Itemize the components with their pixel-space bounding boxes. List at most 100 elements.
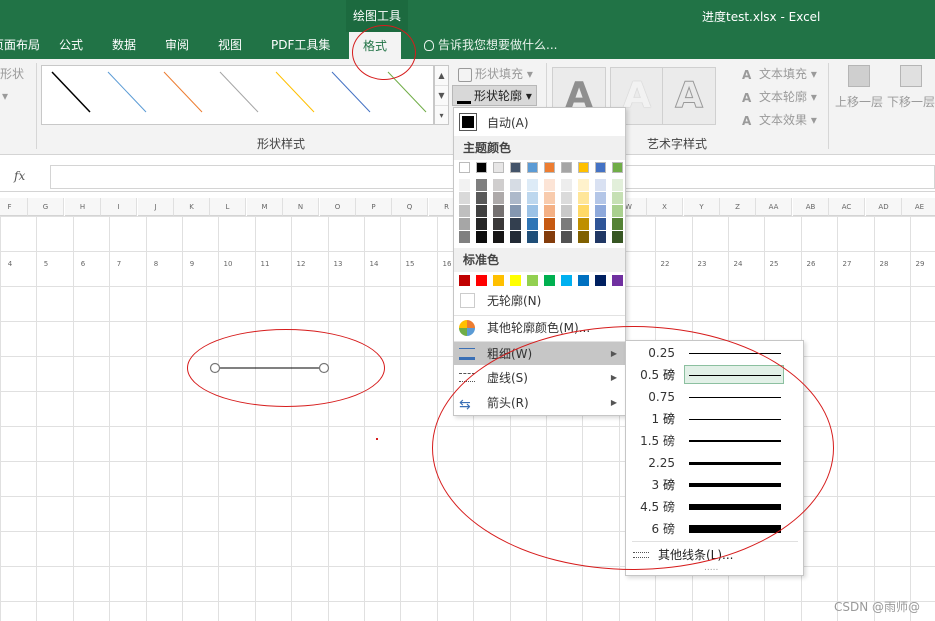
tab-view[interactable]: 视图 <box>218 32 242 59</box>
theme-shade-swatch[interactable] <box>493 192 504 204</box>
theme-color-swatch[interactable] <box>578 162 589 173</box>
theme-shade-swatch[interactable] <box>476 179 487 191</box>
theme-shade-swatch[interactable] <box>561 218 572 230</box>
tab-data[interactable]: 数据 <box>112 32 136 59</box>
column-header[interactable]: Y <box>684 198 720 216</box>
column-header[interactable]: J <box>138 198 174 216</box>
column-header[interactable]: X <box>647 198 683 216</box>
tab-pdf-tools[interactable]: PDF工具集 <box>271 32 330 59</box>
theme-shade-swatch[interactable] <box>544 205 555 217</box>
resize-grip[interactable]: ..... <box>704 563 718 573</box>
standard-color-swatch[interactable] <box>459 275 470 286</box>
theme-shade-swatch[interactable] <box>510 231 521 243</box>
theme-shade-swatch[interactable] <box>578 179 589 191</box>
bring-forward-button[interactable]: 上移一层 <box>834 65 884 110</box>
theme-color-swatch[interactable] <box>612 162 623 173</box>
wordart-style-3[interactable]: A <box>662 67 716 125</box>
theme-shade-swatch[interactable] <box>459 192 470 204</box>
theme-shade-swatch[interactable] <box>544 231 555 243</box>
theme-shade-swatch[interactable] <box>544 192 555 204</box>
column-header[interactable]: L <box>210 198 246 216</box>
shape-outline-button[interactable]: 形状轮廓 ▾ <box>452 85 537 106</box>
gallery-line-style[interactable] <box>163 71 203 113</box>
column-header[interactable]: P <box>356 198 392 216</box>
theme-shade-swatch[interactable] <box>612 218 623 230</box>
theme-shade-swatch[interactable] <box>527 218 538 230</box>
standard-color-swatch[interactable] <box>510 275 521 286</box>
theme-shade-swatch[interactable] <box>493 218 504 230</box>
fx-icon[interactable]: fx <box>14 169 44 183</box>
standard-color-swatch[interactable] <box>561 275 572 286</box>
send-backward-button[interactable]: 下移一层 <box>887 65 935 110</box>
text-fill-button[interactable]: A 文本填充 ▾ <box>742 65 817 82</box>
theme-shade-swatch[interactable] <box>561 205 572 217</box>
gallery-line-style[interactable] <box>51 71 91 113</box>
standard-color-swatch[interactable] <box>595 275 606 286</box>
theme-color-swatch[interactable] <box>595 162 606 173</box>
text-outline-button[interactable]: A 文本轮廓 ▾ <box>742 88 817 105</box>
gallery-line-style[interactable] <box>331 71 371 113</box>
standard-color-swatch[interactable] <box>476 275 487 286</box>
theme-shade-swatch[interactable] <box>493 231 504 243</box>
menu-item-no-outline[interactable]: 无轮廓(N) <box>454 289 625 313</box>
column-header[interactable]: AA <box>756 198 792 216</box>
theme-color-swatch[interactable] <box>561 162 572 173</box>
theme-shade-swatch[interactable] <box>595 192 606 204</box>
theme-shade-swatch[interactable] <box>527 192 538 204</box>
theme-shade-swatch[interactable] <box>544 218 555 230</box>
theme-shade-swatch[interactable] <box>459 179 470 191</box>
theme-shade-swatch[interactable] <box>493 179 504 191</box>
column-header[interactable]: K <box>174 198 210 216</box>
theme-shade-swatch[interactable] <box>527 179 538 191</box>
theme-shade-swatch[interactable] <box>510 179 521 191</box>
theme-color-swatch[interactable] <box>459 162 470 173</box>
column-header[interactable]: I <box>101 198 137 216</box>
tab-formulas[interactable]: 公式 <box>59 32 83 59</box>
text-effect-button[interactable]: A 文本效果 ▾ <box>742 111 817 128</box>
standard-color-swatch[interactable] <box>612 275 623 286</box>
column-header[interactable]: H <box>65 198 101 216</box>
column-header[interactable]: AD <box>866 198 902 216</box>
scroll-up-icon[interactable]: ▲ <box>435 66 448 86</box>
theme-shade-swatch[interactable] <box>578 192 589 204</box>
column-header[interactable]: Z <box>720 198 756 216</box>
theme-shade-swatch[interactable] <box>510 205 521 217</box>
scroll-down-icon[interactable]: ▼ <box>435 86 448 106</box>
theme-shade-swatch[interactable] <box>561 179 572 191</box>
theme-shade-swatch[interactable] <box>544 179 555 191</box>
theme-shade-swatch[interactable] <box>612 179 623 191</box>
gallery-more-icon[interactable]: ▾ <box>435 106 448 126</box>
theme-shade-swatch[interactable] <box>595 205 606 217</box>
theme-shade-swatch[interactable] <box>493 205 504 217</box>
theme-shade-swatch[interactable] <box>578 205 589 217</box>
theme-shade-swatch[interactable] <box>476 231 487 243</box>
theme-shade-swatch[interactable] <box>578 218 589 230</box>
column-header[interactable]: M <box>247 198 283 216</box>
theme-shade-swatch[interactable] <box>527 205 538 217</box>
theme-shade-swatch[interactable] <box>612 192 623 204</box>
theme-shade-swatch[interactable] <box>459 205 470 217</box>
theme-shade-swatch[interactable] <box>510 192 521 204</box>
theme-shade-swatch[interactable] <box>612 231 623 243</box>
theme-shade-swatch[interactable] <box>476 218 487 230</box>
gallery-line-style[interactable] <box>107 71 147 113</box>
column-header[interactable]: G <box>28 198 64 216</box>
theme-shade-swatch[interactable] <box>459 231 470 243</box>
theme-shade-swatch[interactable] <box>595 231 606 243</box>
theme-shade-swatch[interactable] <box>476 205 487 217</box>
theme-shade-swatch[interactable] <box>527 231 538 243</box>
shape-fill-button[interactable]: 形状填充 ▾ <box>458 65 533 82</box>
tell-me-box[interactable]: 告诉我您想要做什么... <box>424 32 557 59</box>
theme-color-swatch[interactable] <box>493 162 504 173</box>
standard-color-swatch[interactable] <box>544 275 555 286</box>
theme-color-swatch[interactable] <box>527 162 538 173</box>
theme-shade-swatch[interactable] <box>561 192 572 204</box>
column-header[interactable]: AC <box>829 198 865 216</box>
theme-color-swatch[interactable] <box>510 162 521 173</box>
standard-color-swatch[interactable] <box>578 275 589 286</box>
column-header[interactable]: Q <box>392 198 428 216</box>
theme-color-swatch[interactable] <box>476 162 487 173</box>
theme-shade-swatch[interactable] <box>561 231 572 243</box>
menu-item-auto[interactable]: 自动(A) <box>454 111 625 135</box>
gallery-line-style[interactable] <box>275 71 315 113</box>
